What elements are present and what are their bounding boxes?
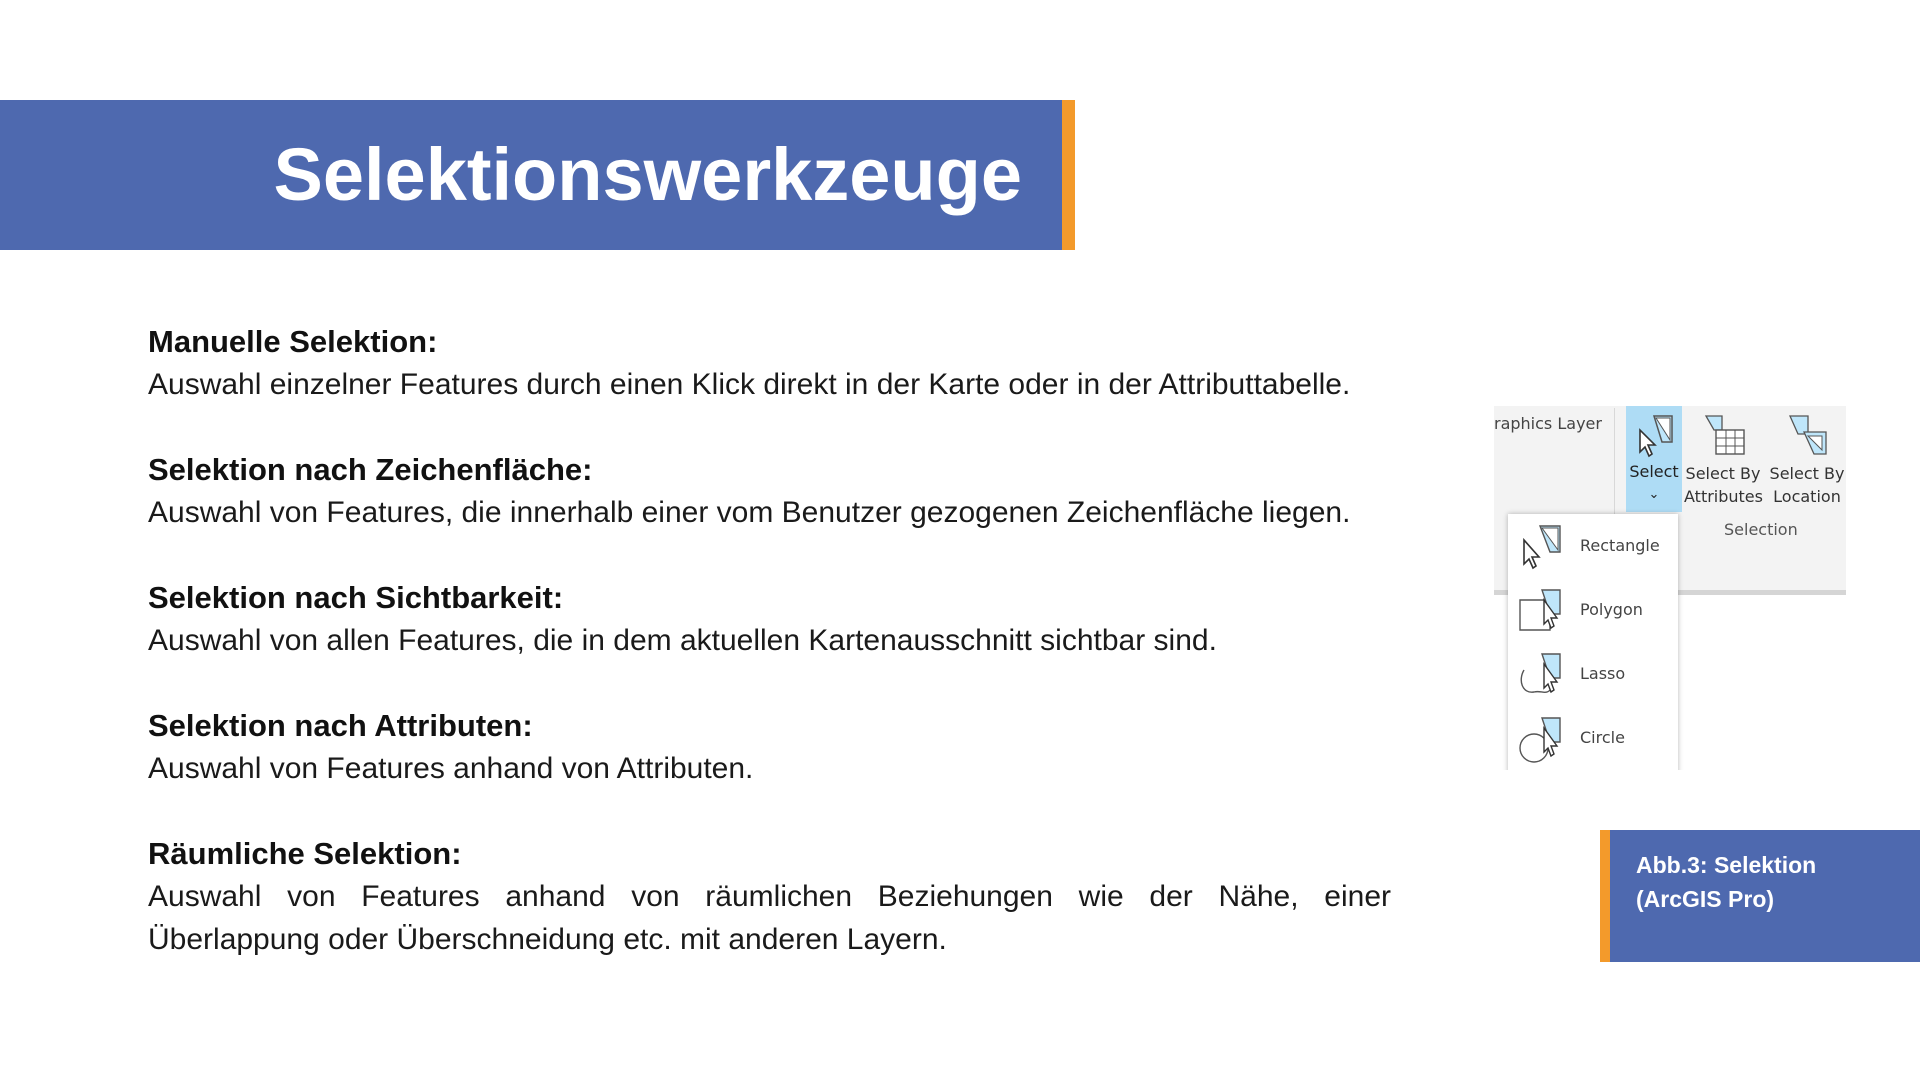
page-title: Selektionswerkzeuge	[273, 133, 1022, 216]
lasso-select-icon	[1520, 653, 1561, 694]
dropdown-item-label: Lasso	[1580, 664, 1626, 683]
graphics-layer-label: raphics Layer	[1494, 414, 1602, 433]
arcgis-ribbon-screenshot: raphics Layer Select ⌄ Select By Attribu…	[1494, 406, 1846, 770]
section-text: Auswahl von allen Features, die in dem a…	[148, 624, 1217, 657]
section-visibility: Selektion nach Sichtbarkeit: Auswahl von…	[148, 576, 1391, 662]
select-dropdown-menu: Rectangle Polygon Lasso Circle	[1508, 514, 1678, 770]
section-manual: Manuelle Selektion: Auswahl einzelner Fe…	[148, 320, 1391, 406]
select-by-location-label: Select By Location	[1768, 462, 1846, 508]
dropdown-item-label: Circle	[1580, 728, 1625, 747]
figure-caption-box: Abb.3: Selektion (ArcGIS Pro)	[1610, 830, 1920, 962]
section-heading: Selektion nach Attributen:	[148, 708, 533, 743]
section-text: Auswahl von Features anhand von räumlich…	[148, 880, 1391, 956]
select-label: Select	[1629, 462, 1679, 481]
section-heading: Selektion nach Sichtbarkeit:	[148, 580, 564, 615]
dropdown-item-circle[interactable]: Circle	[1508, 708, 1678, 768]
label-line: Attributes	[1684, 487, 1763, 506]
circle-select-icon	[1519, 717, 1561, 763]
dropdown-item-lasso[interactable]: Lasso	[1508, 644, 1678, 704]
chevron-down-icon: ⌄	[1648, 486, 1660, 501]
section-text: Auswahl von Features, die innerhalb eine…	[148, 496, 1351, 529]
location-select-icon	[1788, 415, 1827, 455]
caption-accent-bar	[1600, 830, 1610, 962]
dropdown-item-polygon[interactable]: Polygon	[1508, 580, 1678, 640]
label-line: Location	[1773, 487, 1841, 506]
title-accent-bar	[1062, 100, 1075, 250]
select-by-attributes-button[interactable]: Select By Attributes	[1684, 406, 1763, 512]
title-banner: Selektionswerkzeuge	[0, 100, 1062, 250]
section-heading: Manuelle Selektion:	[148, 324, 438, 359]
section-drawing-area: Selektion nach Zeichenfläche: Auswahl vo…	[148, 448, 1391, 534]
label-line: Select By	[1685, 464, 1761, 483]
dropdown-item-label: Polygon	[1580, 600, 1643, 619]
content-list: Manuelle Selektion: Auswahl einzelner Fe…	[148, 320, 1391, 1003]
section-text: Auswahl von Features anhand von Attribut…	[148, 752, 754, 785]
table-select-icon	[1704, 415, 1745, 455]
label-line: Select By	[1769, 464, 1845, 483]
select-by-attributes-label: Select By Attributes	[1684, 462, 1763, 508]
polygon-select-icon	[1519, 589, 1561, 631]
section-attributes: Selektion nach Attributen: Auswahl von F…	[148, 704, 1391, 790]
select-icon	[1639, 415, 1673, 458]
figure-caption: Abb.3: Selektion (ArcGIS Pro)	[1636, 852, 1817, 912]
select-by-location-button[interactable]: Select By Location	[1768, 406, 1846, 512]
section-heading: Räumliche Selektion:	[148, 836, 462, 871]
dropdown-item-rectangle[interactable]: Rectangle	[1508, 516, 1678, 576]
section-spatial: Räumliche Selektion: Auswahl von Feature…	[148, 832, 1391, 961]
selection-group-label: Selection	[1724, 520, 1798, 539]
dropdown-item-label: Rectangle	[1580, 536, 1660, 555]
select-button[interactable]: Select ⌄	[1626, 406, 1682, 512]
rectangle-select-icon	[1523, 525, 1561, 570]
section-text: Auswahl einzelner Features durch einen K…	[148, 368, 1351, 401]
section-heading: Selektion nach Zeichenfläche:	[148, 452, 593, 487]
